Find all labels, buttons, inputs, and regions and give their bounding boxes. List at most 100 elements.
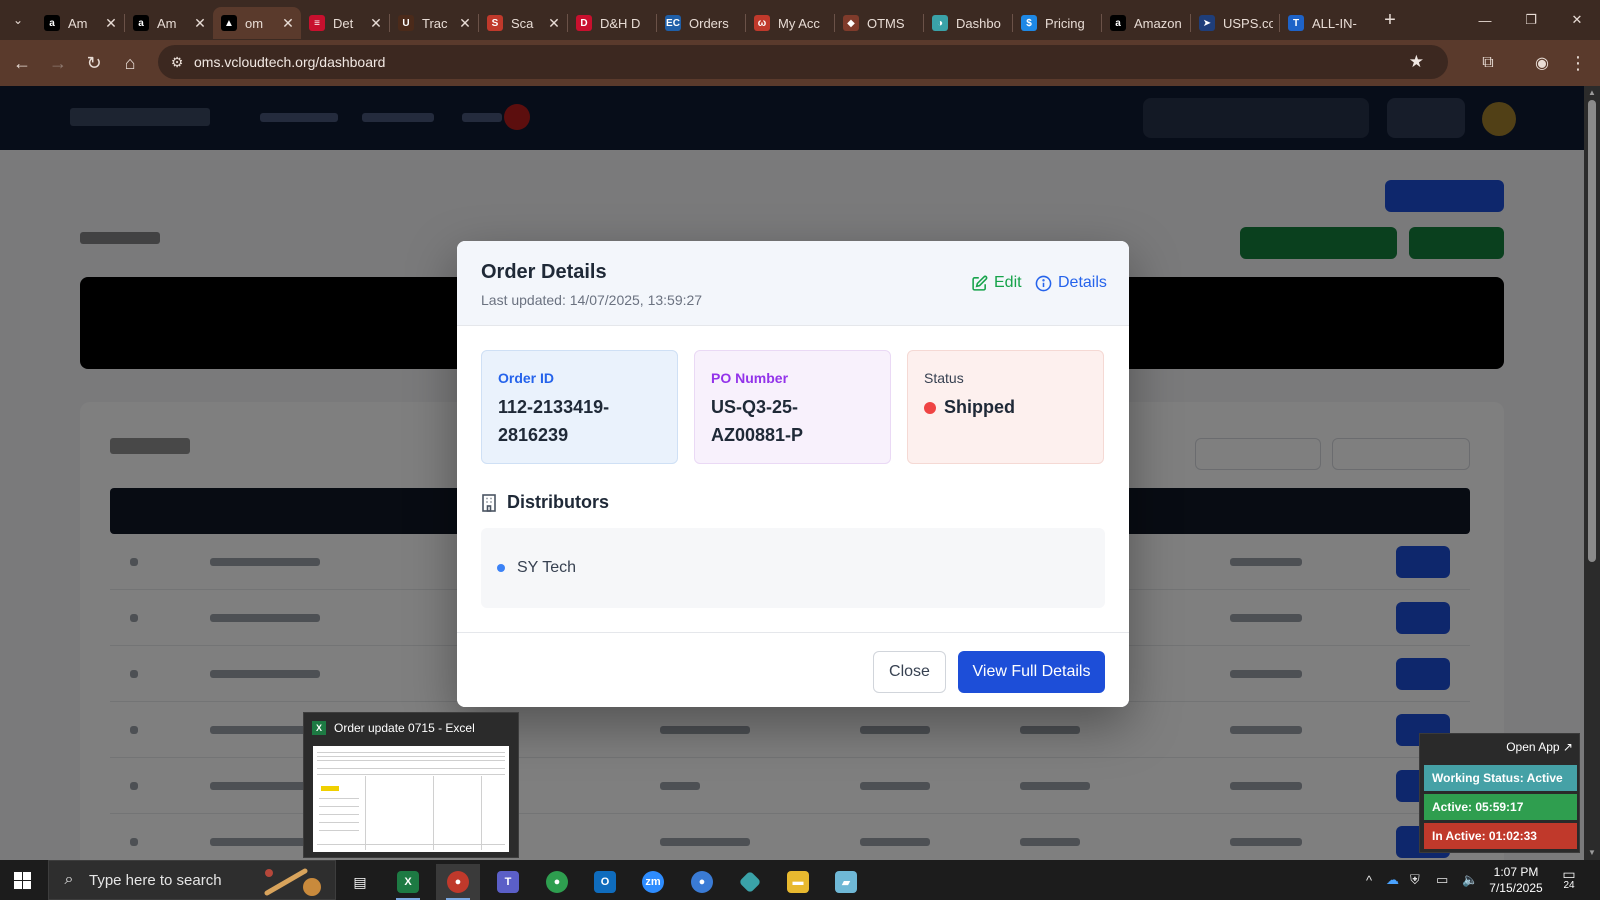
scroll-down-icon[interactable]: ▼ <box>1584 848 1600 857</box>
excel-taskbar-icon[interactable]: X <box>386 864 430 900</box>
file-explorer-taskbar-icon[interactable]: ▬ <box>776 864 820 900</box>
order-details-modal: Order Details Last updated: 14/07/2025, … <box>457 241 1129 707</box>
zoom-taskbar-icon[interactable]: zm <box>631 864 675 900</box>
tab-search-menu[interactable]: ⌄ <box>0 0 36 40</box>
chrome-profile-taskbar-icon[interactable]: ● <box>535 864 579 900</box>
notes-taskbar-icon[interactable]: ▰ <box>824 864 868 900</box>
time-tracker-widget: Open App ↗ Working Status: Active Active… <box>1419 733 1580 853</box>
view-full-details-button[interactable]: View Full Details <box>958 651 1105 693</box>
dashboard-icon: ◑ <box>932 15 948 31</box>
app-diamond-taskbar-icon[interactable] <box>728 864 772 900</box>
close-window-button[interactable]: ✕ <box>1554 0 1600 40</box>
browser-menu-icon[interactable]: ⋮ <box>1560 45 1596 81</box>
modal-title: Order Details <box>481 261 607 283</box>
browser-tab[interactable]: ◑ Dashbo <box>924 7 1012 39</box>
bookmark-star-icon[interactable]: ★ <box>1409 52 1424 72</box>
page-scrollbar[interactable]: ▲ ▼ <box>1584 86 1600 860</box>
notification-center-icon[interactable]: ▭ 24 <box>1556 867 1582 891</box>
new-tab-button[interactable]: + <box>1376 6 1404 34</box>
tab-title: Trac <box>422 15 448 31</box>
amazon-icon: a <box>1110 15 1126 31</box>
search-placeholder: Type here to search <box>89 871 222 889</box>
site-info-icon[interactable]: ⚙ <box>160 54 194 71</box>
scrollbar-thumb[interactable] <box>1588 100 1596 562</box>
distributors-label: Distributors <box>507 492 610 512</box>
extensions-icon[interactable]: ⧉ <box>1470 45 1506 81</box>
profile-icon[interactable]: ◉ <box>1524 45 1560 81</box>
task-view-icon[interactable]: ▤ <box>338 864 382 900</box>
preview-title: Order update 0715 - Excel <box>334 721 475 735</box>
scroll-up-icon[interactable]: ▲ <box>1584 88 1600 97</box>
tab-title: ALL-IN- <box>1312 15 1357 31</box>
list-item: SY Tech <box>497 559 576 577</box>
browser-tab[interactable]: T ALL-IN- <box>1280 7 1368 39</box>
browser-tab[interactable]: S Sca ✕ <box>479 7 567 39</box>
tab-strip: ⌄ a Am ✕ a Am ✕ ▲ om ✕ ≡ Det ✕ U Trac ✕ S Sca ✕ D D&H D EC Or… <box>0 0 1600 40</box>
teams-taskbar-icon[interactable]: T <box>486 864 530 900</box>
chrome-alt-taskbar-icon[interactable]: ● <box>680 864 724 900</box>
show-hidden-icons[interactable]: ^ <box>1366 860 1372 900</box>
browser-tab[interactable]: a Am ✕ <box>36 7 124 39</box>
onedrive-icon[interactable]: ☁ <box>1386 860 1399 900</box>
windows-start-icon[interactable] <box>14 872 31 889</box>
status-dot-icon <box>924 401 936 414</box>
tab-title: Amazon <box>1134 15 1182 31</box>
otms-icon: ◆ <box>843 15 859 31</box>
network-icon[interactable]: ▭ <box>1436 860 1448 900</box>
excel-window-preview[interactable]: X Order update 0715 - Excel <box>303 712 519 858</box>
browser-tab[interactable]: ω My Acc <box>746 7 834 39</box>
browser-tab[interactable]: a Am ✕ <box>125 7 213 39</box>
preview-thumbnail[interactable] <box>313 746 509 852</box>
open-app-link[interactable]: Open App ↗ <box>1506 740 1573 754</box>
details-label: Details <box>1058 274 1107 291</box>
browser-tab[interactable]: a Amazon <box>1102 7 1190 39</box>
browser-tab[interactable]: ▲ om ✕ <box>213 7 301 39</box>
order-id-value: 112-2133419-2816239 <box>498 397 610 445</box>
working-status: Working Status: Active <box>1424 765 1577 791</box>
restore-button[interactable]: ❐ <box>1508 0 1554 40</box>
reload-icon[interactable]: ↻ <box>76 45 112 81</box>
order-id-card: Order ID 112-2133419-2816239 <box>481 350 678 464</box>
tab-title: OTMS <box>867 15 905 31</box>
url-text[interactable]: oms.vcloudtech.org/dashboard <box>194 54 385 70</box>
tab-title: Pricing <box>1045 15 1085 31</box>
inactive-time: In Active: 01:02:33 <box>1424 823 1577 849</box>
volume-icon[interactable]: 🔈 <box>1462 860 1478 900</box>
browser-tab[interactable]: U Trac ✕ <box>390 7 478 39</box>
tab-close-icon[interactable]: ✕ <box>547 15 561 32</box>
browser-tab[interactable]: ≡ Det ✕ <box>301 7 389 39</box>
outlook-taskbar-icon[interactable]: O <box>583 864 627 900</box>
tab-close-icon[interactable]: ✕ <box>104 15 118 32</box>
browser-tab[interactable]: ◆ OTMS <box>835 7 923 39</box>
browser-tab[interactable]: D D&H D <box>568 7 656 39</box>
browser-tab[interactable]: $ Pricing <box>1013 7 1101 39</box>
taskbar-search-box[interactable]: ⌕ Type here to search <box>48 860 336 900</box>
tab-title: Dashbo <box>956 15 1001 31</box>
po-number-value: US-Q3-25-AZ00881-P <box>711 397 804 445</box>
minimize-button[interactable]: — <box>1462 0 1508 40</box>
tab-close-icon[interactable]: ✕ <box>369 15 383 32</box>
edit-button[interactable]: Edit <box>971 274 1022 292</box>
amazon-icon: a <box>133 15 149 31</box>
back-icon[interactable]: ← <box>4 45 40 81</box>
address-bar[interactable]: ⚙ oms.vcloudtech.org/dashboard ★ <box>158 45 1448 79</box>
tab-close-icon[interactable]: ✕ <box>281 15 295 32</box>
clock-time: 1:07 PM <box>1493 865 1539 879</box>
building-icon <box>482 493 496 512</box>
browser-tab[interactable]: EC Orders <box>657 7 745 39</box>
home-icon[interactable]: ⌂ <box>112 45 148 81</box>
status-card: Status Shipped <box>907 350 1104 464</box>
bullet-icon <box>497 564 505 572</box>
chrome-taskbar-icon[interactable]: ● <box>436 864 480 900</box>
security-icon[interactable]: ⛨ <box>1410 860 1420 900</box>
tab-list: a Am ✕ a Am ✕ ▲ om ✕ ≡ Det ✕ U Trac ✕ S Sca ✕ D D&H D EC Orde… <box>36 1 1368 39</box>
tab-close-icon[interactable]: ✕ <box>458 15 472 32</box>
forward-icon[interactable]: → <box>40 45 76 81</box>
modal-header: Order Details Last updated: 14/07/2025, … <box>457 241 1129 326</box>
details-button[interactable]: Details <box>1035 274 1107 292</box>
close-button[interactable]: Close <box>873 651 946 693</box>
tab-close-icon[interactable]: ✕ <box>193 15 207 32</box>
notification-count: 24 <box>1563 880 1575 891</box>
browser-tab[interactable]: ➤ USPS.co <box>1191 7 1279 39</box>
taskbar-clock[interactable]: 1:07 PM 7/15/2025 <box>1485 864 1547 896</box>
